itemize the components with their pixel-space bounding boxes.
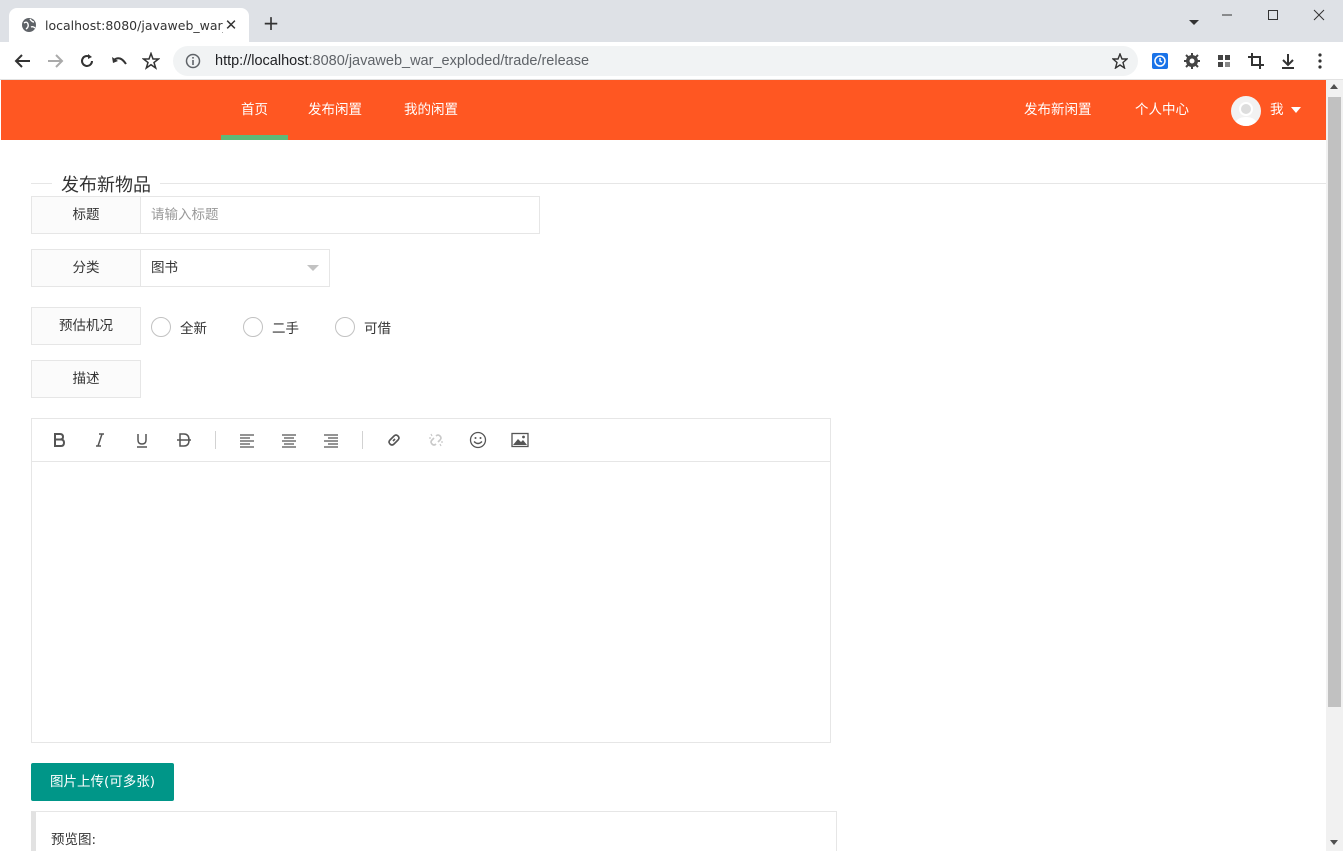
- tab-search-icon[interactable]: [1186, 14, 1202, 30]
- rich-text-editor: [31, 418, 831, 743]
- crop-icon[interactable]: [1247, 52, 1265, 70]
- radio-used-label: 二手: [272, 321, 299, 337]
- emoji-icon[interactable]: [468, 430, 488, 450]
- avatar[interactable]: [1231, 96, 1261, 126]
- toolbar-divider: [215, 431, 216, 449]
- strikethrough-icon[interactable]: [174, 430, 194, 450]
- underline-icon[interactable]: [132, 430, 152, 450]
- grid-extension-icon[interactable]: [1215, 52, 1233, 70]
- bold-icon[interactable]: [49, 430, 69, 450]
- address-bar[interactable]: http://localhost:8080/javaweb_war_explod…: [173, 46, 1138, 76]
- form-legend: 发布新物品: [52, 171, 160, 197]
- arrow-left-icon: [14, 54, 30, 68]
- radio-new[interactable]: 全新: [151, 316, 207, 338]
- page-viewport: 首页 发布闲置 我的闲置 发布新闲置 个人中心 我 发布新物品 标题 请输入标题…: [1, 80, 1326, 851]
- maximize-icon: [1268, 10, 1278, 20]
- download-icon[interactable]: [1279, 52, 1297, 70]
- info-icon: [185, 53, 201, 69]
- bookmark-star-icon[interactable]: [1112, 53, 1128, 69]
- kebab-menu-icon[interactable]: [1311, 52, 1329, 70]
- url-path: :8080/javaweb_war_exploded/trade/release: [308, 53, 590, 69]
- history-extension-icon[interactable]: [1151, 52, 1169, 70]
- unlink-icon[interactable]: [426, 430, 446, 450]
- radio-lendable[interactable]: 可借: [335, 316, 391, 338]
- nav-home[interactable]: 首页: [221, 80, 288, 140]
- arrow-right-icon: [48, 54, 64, 68]
- maximize-button[interactable]: [1250, 0, 1296, 30]
- nav-personal-center[interactable]: 个人中心: [1135, 80, 1189, 140]
- align-right-icon[interactable]: [321, 430, 341, 450]
- reload-button[interactable]: [76, 50, 98, 72]
- link-icon[interactable]: [384, 430, 404, 450]
- preview-label: 预览图:: [51, 832, 97, 848]
- minimize-icon: [1222, 14, 1232, 16]
- browser-tabstrip: localhost:8080/javaweb_war_e ✕ +: [0, 0, 1343, 42]
- browser-tab[interactable]: localhost:8080/javaweb_war_e ✕: [9, 8, 249, 42]
- close-icon: [1313, 9, 1325, 21]
- browser-toolbar: http://localhost:8080/javaweb_war_explod…: [0, 42, 1343, 80]
- radio-lendable-label: 可借: [364, 321, 391, 337]
- user-avatar-icon: [1235, 102, 1257, 126]
- new-tab-button[interactable]: +: [262, 13, 280, 33]
- gear-extension-icon[interactable]: [1183, 52, 1201, 70]
- undo-button[interactable]: [108, 50, 130, 72]
- editor-toolbar: [32, 419, 830, 462]
- star-outline-icon: [142, 52, 160, 70]
- url-text: http://localhost:8080/javaweb_war_explod…: [215, 53, 589, 69]
- image-icon[interactable]: [510, 430, 530, 450]
- scroll-up-arrow-icon[interactable]: [1330, 84, 1338, 89]
- radio-circle-icon[interactable]: [335, 317, 355, 337]
- description-label: 描述: [31, 360, 141, 398]
- title-input[interactable]: 请输入标题: [140, 196, 540, 234]
- category-select[interactable]: 图书: [140, 249, 330, 287]
- page-scrollbar[interactable]: [1326, 80, 1343, 851]
- fieldset-divider: [31, 183, 1326, 184]
- back-button[interactable]: [12, 50, 34, 72]
- scrollbar-thumb[interactable]: [1328, 97, 1341, 707]
- title-label: 标题: [31, 196, 141, 234]
- top-navbar: 首页 发布闲置 我的闲置 发布新闲置 个人中心 我: [1, 80, 1326, 140]
- italic-icon[interactable]: [90, 430, 110, 450]
- close-window-button[interactable]: [1296, 0, 1342, 30]
- condition-label: 预估机况: [31, 307, 141, 345]
- forward-button[interactable]: [44, 50, 66, 72]
- select-arrow-icon[interactable]: [307, 265, 319, 271]
- radio-circle-icon[interactable]: [243, 317, 263, 337]
- radio-new-label: 全新: [180, 321, 207, 337]
- nav-user-label[interactable]: 我: [1270, 80, 1284, 140]
- scroll-down-arrow-icon[interactable]: [1330, 840, 1338, 845]
- undo-icon: [112, 57, 127, 65]
- radio-circle-icon[interactable]: [151, 317, 171, 337]
- caret-down-icon[interactable]: [1291, 107, 1301, 113]
- globe-icon: [22, 18, 36, 32]
- toolbar-divider: [362, 431, 363, 449]
- category-label: 分类: [31, 249, 141, 287]
- tab-close-icon[interactable]: ✕: [223, 17, 239, 33]
- nav-publish-idle[interactable]: 发布闲置: [308, 80, 362, 140]
- nav-my-idle[interactable]: 我的闲置: [404, 80, 458, 140]
- url-host: http://localhost: [215, 53, 309, 69]
- minimize-button[interactable]: [1204, 0, 1250, 30]
- category-value: 图书: [151, 260, 178, 276]
- reload-icon: [81, 54, 93, 67]
- upload-images-button[interactable]: 图片上传(可多张): [31, 763, 174, 801]
- tab-title: localhost:8080/javaweb_war_e: [45, 17, 223, 33]
- align-left-icon[interactable]: [237, 430, 257, 450]
- bookmark-button[interactable]: [140, 50, 162, 72]
- radio-used[interactable]: 二手: [243, 316, 299, 338]
- preview-box: 预览图:: [31, 811, 837, 851]
- nav-publish-new[interactable]: 发布新闲置: [1024, 80, 1092, 140]
- align-center-icon[interactable]: [279, 430, 299, 450]
